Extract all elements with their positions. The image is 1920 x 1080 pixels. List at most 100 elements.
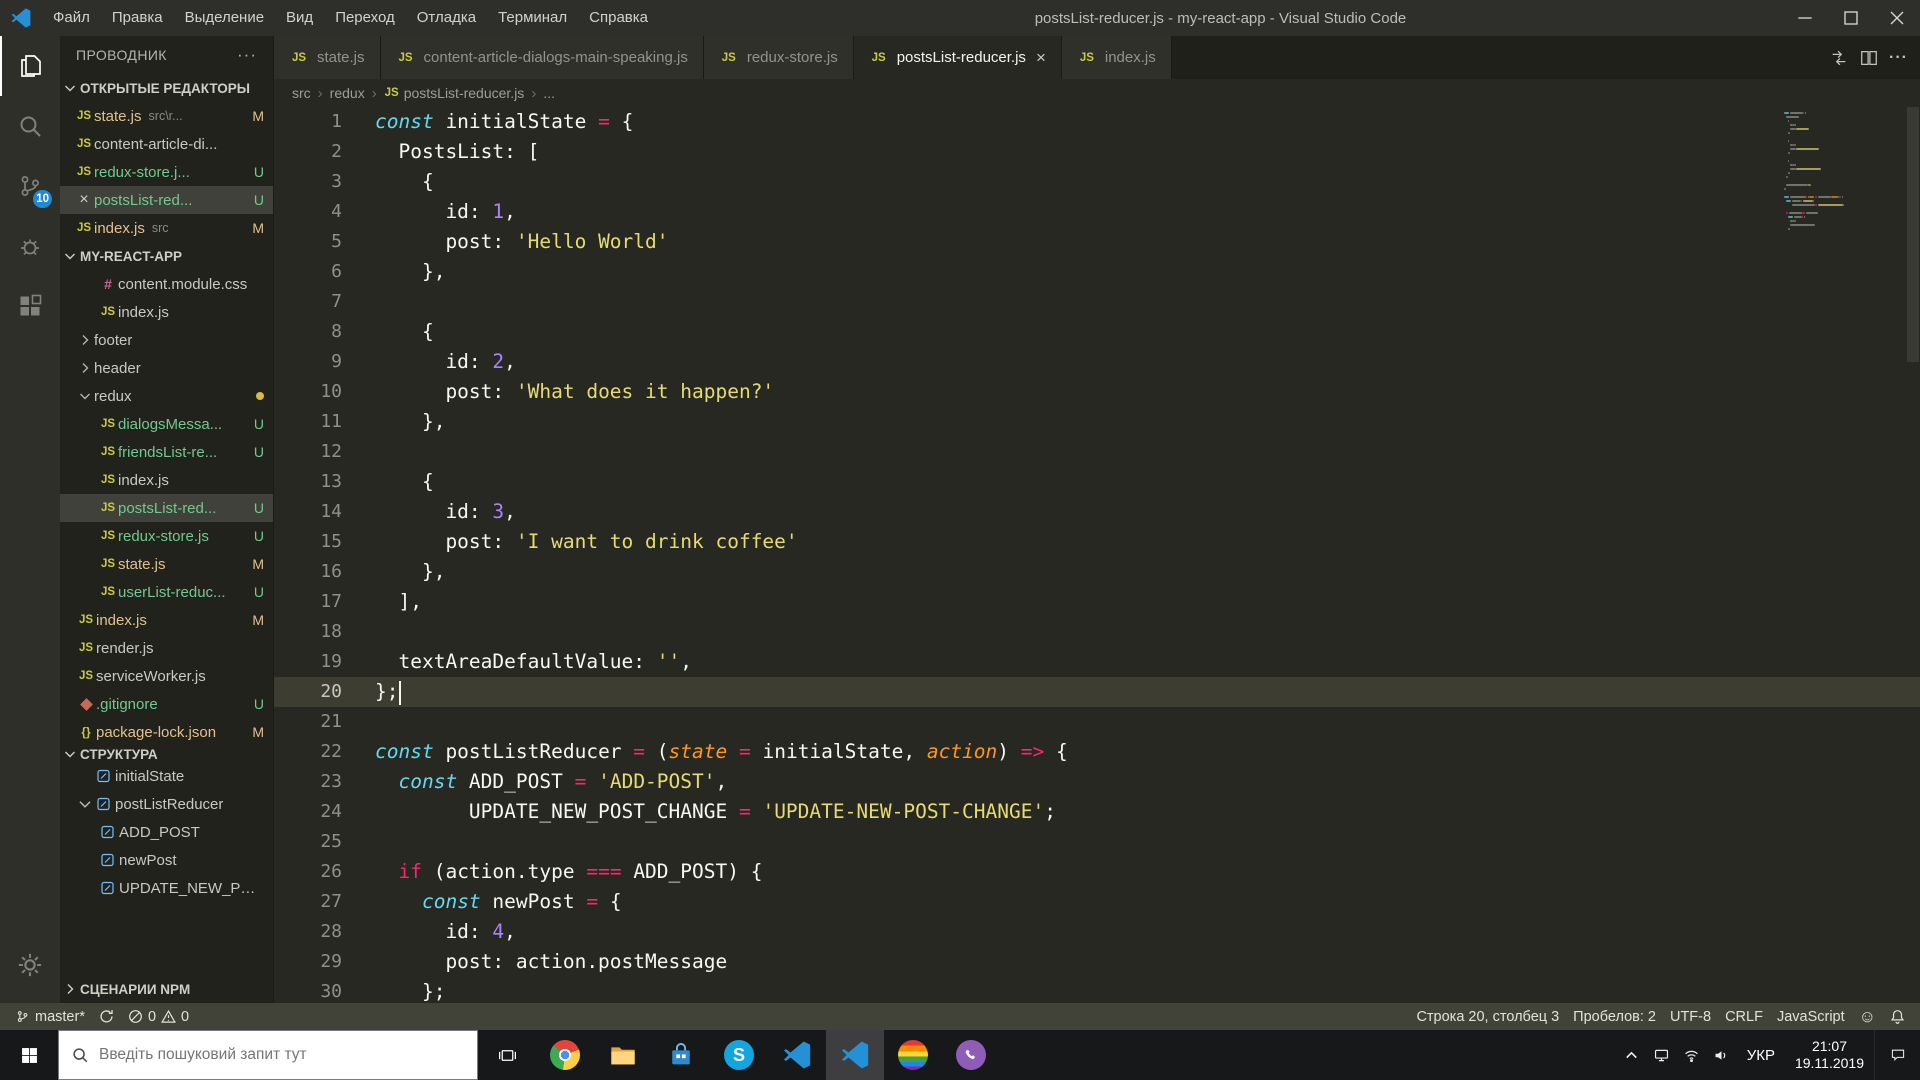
menu-item-Выделение[interactable]: Выделение [174, 0, 275, 36]
code-line[interactable]: 9 id: 2, [274, 347, 1920, 377]
minimap[interactable] [1784, 112, 1904, 232]
file-item[interactable]: JS postsList-red... U [60, 494, 273, 522]
sidebar-more-actions-button[interactable]: ··· [237, 45, 257, 65]
taskbar-search[interactable] [58, 1030, 478, 1080]
language-indicator[interactable]: JavaScript [1770, 1003, 1852, 1030]
file-item[interactable]: JS index.js [60, 466, 273, 494]
code-line[interactable]: 5 post: 'Hello World' [274, 227, 1920, 257]
code-line[interactable]: 3 { [274, 167, 1920, 197]
open-editor-item[interactable]: JS content-article-di... [60, 130, 273, 158]
open-editor-item[interactable]: JS redux-store.j... U [60, 158, 273, 186]
tab-content-article-dialogs-main-speaking.js[interactable]: JS content-article-dialogs-main-speaking.… [380, 36, 704, 79]
tab-redux-store.js[interactable]: JS redux-store.js [703, 36, 854, 79]
outline-header[interactable]: СТРУКТУРА [60, 746, 273, 762]
action-center-button[interactable] [1874, 1030, 1920, 1080]
file-item[interactable]: JS userList-reduc... U [60, 578, 273, 606]
taskbar-app-chrome[interactable] [536, 1030, 594, 1080]
minimize-button[interactable] [1782, 0, 1828, 36]
git-branch-indicator[interactable]: master* [8, 1003, 92, 1030]
code-line[interactable]: 12 [274, 437, 1920, 467]
code-editor[interactable]: 1 const initialState = {2 PostsList: [3 {… [274, 107, 1920, 1003]
taskbar-app-viber[interactable] [942, 1030, 1000, 1080]
code-line[interactable]: 11 }, [274, 407, 1920, 437]
open-editors-header[interactable]: ОТКРЫТЫЕ РЕДАКТОРЫ [60, 74, 273, 102]
code-line[interactable]: 1 const initialState = { [274, 107, 1920, 137]
taskbar-app-skype[interactable]: S [710, 1030, 768, 1080]
clock[interactable]: 21:07 19.11.2019 [1785, 1038, 1874, 1072]
file-item[interactable]: JS dialogsMessa... U [60, 410, 273, 438]
start-button[interactable] [0, 1030, 58, 1080]
breadcrumb-item[interactable]: src [292, 85, 311, 101]
file-item[interactable]: JS friendsList-re... U [60, 438, 273, 466]
network-status[interactable] [1647, 1030, 1677, 1080]
code-line[interactable]: 15 post: 'I want to drink coffee' [274, 527, 1920, 557]
taskbar-app-vscode-1[interactable] [768, 1030, 826, 1080]
activity-debug[interactable] [0, 216, 60, 276]
taskbar-search-input[interactable] [99, 1046, 465, 1064]
outline-item[interactable]: newPost [60, 846, 273, 874]
code-line[interactable]: 14 id: 3, [274, 497, 1920, 527]
tab-index.js[interactable]: JS index.js [1061, 36, 1172, 79]
manage-button[interactable] [0, 935, 60, 995]
npm-scripts-header[interactable]: СЦЕНАРИИ NPM [60, 975, 273, 1003]
taskbar-app-file-explorer[interactable] [594, 1030, 652, 1080]
code-line[interactable]: 27 const newPost = { [274, 887, 1920, 917]
scrollbar-handle[interactable] [1907, 107, 1919, 362]
taskbar-app-color-app[interactable] [884, 1030, 942, 1080]
folder-item[interactable]: footer [60, 326, 273, 354]
encoding-indicator[interactable]: UTF-8 [1663, 1003, 1718, 1030]
tab-state.js[interactable]: JS state.js [274, 36, 381, 79]
wifi-status[interactable] [1677, 1030, 1707, 1080]
volume-status[interactable] [1707, 1030, 1737, 1080]
maximize-button[interactable] [1828, 0, 1874, 36]
keyboard-layout[interactable]: УКР [1737, 1047, 1785, 1064]
problems-indicator[interactable]: 0 0 [121, 1003, 196, 1030]
indentation-indicator[interactable]: Пробелов: 2 [1566, 1003, 1663, 1030]
code-line[interactable]: 22 const postListReducer = (state = initi… [274, 737, 1920, 767]
breadcrumb-item[interactable]: redux [330, 85, 365, 101]
activity-search[interactable] [0, 96, 60, 156]
outline-item[interactable]: initialState [60, 762, 273, 790]
breadcrumb-item[interactable]: ... [543, 85, 555, 101]
code-line[interactable]: 18 [274, 617, 1920, 647]
activity-source-control[interactable]: 10 [0, 156, 60, 216]
file-item[interactable]: JS index.js [60, 298, 273, 326]
taskbar-app-vscode-2[interactable] [826, 1030, 884, 1080]
open-editor-item[interactable]: JS state.js src\r... M [60, 102, 273, 130]
code-line[interactable]: 17 ], [274, 587, 1920, 617]
code-line[interactable]: 26 if (action.type === ADD_POST) { [274, 857, 1920, 887]
code-line[interactable]: 28 id: 4, [274, 917, 1920, 947]
file-item[interactable]: JS serviceWorker.js [60, 662, 273, 690]
menu-item-Файл[interactable]: Файл [42, 0, 101, 36]
folder-item[interactable]: header [60, 354, 273, 382]
eol-indicator[interactable]: CRLF [1718, 1003, 1770, 1030]
code-line[interactable]: 29 post: action.postMessage [274, 947, 1920, 977]
code-line[interactable]: 10 post: 'What does it happen?' [274, 377, 1920, 407]
menu-item-Вид[interactable]: Вид [275, 0, 324, 36]
code-line[interactable]: 20}; [274, 677, 1920, 707]
code-line[interactable]: 19 textAreaDefaultValue: '', [274, 647, 1920, 677]
more-actions-icon[interactable]: ··· [1889, 49, 1908, 67]
open-changes-icon[interactable] [1829, 48, 1849, 68]
open-editor-item[interactable]: JS index.js src M [60, 214, 273, 242]
menu-item-Справка[interactable]: Справка [578, 0, 659, 36]
open-editor-item[interactable]: × postsList-red... U [60, 186, 273, 214]
code-line[interactable]: 6 }, [274, 257, 1920, 287]
notifications-button[interactable] [1883, 1003, 1912, 1030]
code-line[interactable]: 7 [274, 287, 1920, 317]
editor-scrollbar[interactable] [1906, 107, 1920, 1003]
menu-item-Отладка[interactable]: Отладка [406, 0, 487, 36]
breadcrumb-item[interactable]: JS postsList-reducer.js [384, 85, 525, 101]
split-editor-icon[interactable] [1859, 48, 1879, 68]
tray-expand-button[interactable] [1617, 1030, 1647, 1080]
chevron-down-icon[interactable] [76, 795, 94, 813]
outline-item[interactable]: ADD_POST [60, 818, 273, 846]
file-item[interactable]: JS render.js [60, 634, 273, 662]
code-line[interactable]: 8 { [274, 317, 1920, 347]
sync-button[interactable] [92, 1003, 121, 1030]
menu-item-Переход[interactable]: Переход [324, 0, 406, 36]
feedback-button[interactable]: ☺ [1852, 1003, 1883, 1030]
code-line[interactable]: 23 const ADD_POST = 'ADD-POST', [274, 767, 1920, 797]
close-icon[interactable]: × [74, 191, 94, 209]
code-line[interactable]: 4 id: 1, [274, 197, 1920, 227]
